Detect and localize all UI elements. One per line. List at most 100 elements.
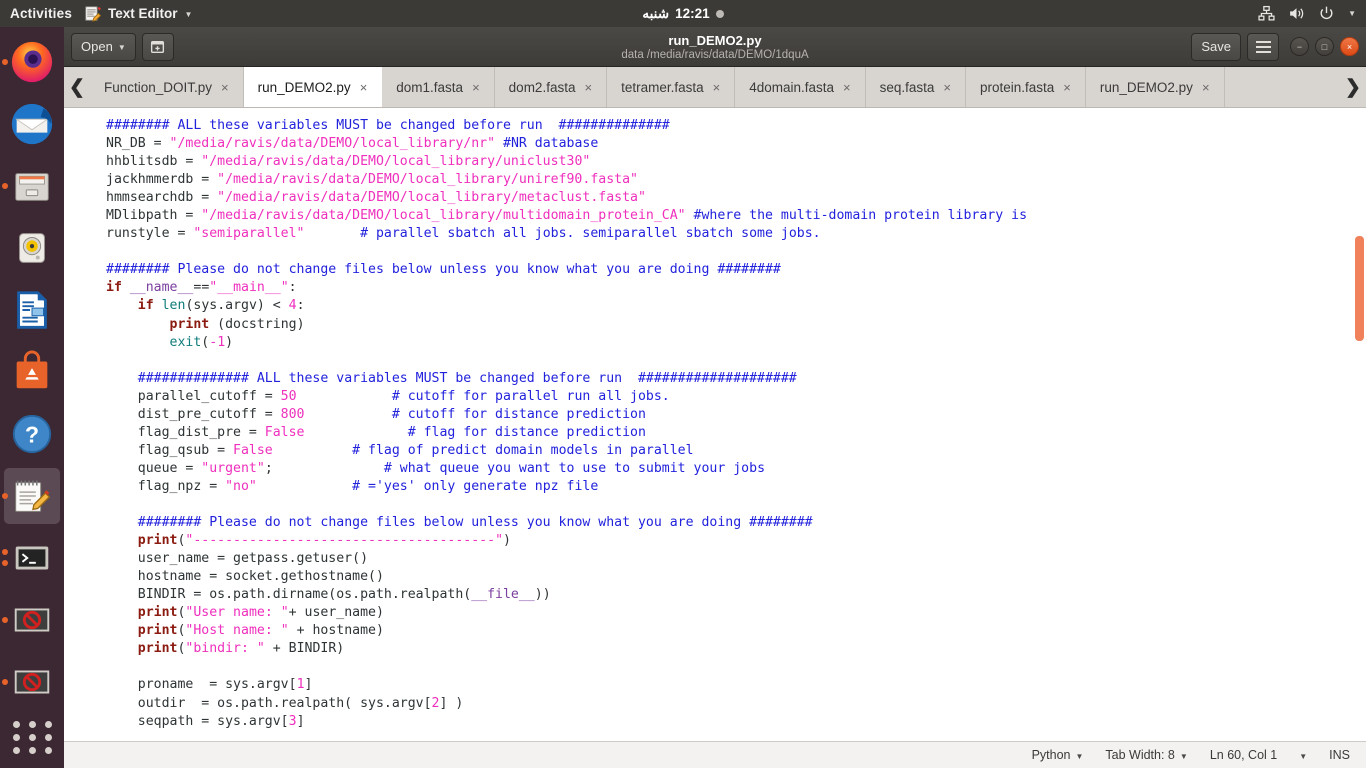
files-icon (15, 173, 49, 201)
grid-dot-icon (44, 721, 52, 728)
tab-label: protein.fasta (980, 79, 1055, 95)
clock-button[interactable]: شنبه 12:21 (0, 0, 1366, 27)
running-indicator (2, 560, 8, 566)
insert-mode-label: INS (1329, 748, 1350, 762)
dock-item-blocked-window-1[interactable] (0, 589, 64, 651)
grid-dot-icon (12, 734, 20, 741)
tab-close-icon[interactable]: × (1063, 80, 1071, 95)
tab-close-icon[interactable]: × (843, 80, 851, 95)
running-indicator (2, 59, 8, 65)
chevron-down-icon[interactable]: ▼ (1348, 9, 1356, 18)
chevron-down-icon: ▼ (184, 10, 193, 19)
tab-scroll-right-button[interactable]: ❯ (1340, 67, 1366, 107)
tab-run-demo2-py[interactable]: run_DEMO2.py × (1085, 67, 1225, 107)
tab-4domain-fasta[interactable]: 4domain.fasta × (735, 67, 866, 107)
page-title: run_DEMO2.py (668, 32, 762, 48)
tab-close-icon[interactable]: × (221, 80, 229, 95)
blocked-icon (14, 608, 50, 632)
language-label: Python (1031, 748, 1071, 762)
ubuntu-dock: ? (0, 27, 64, 768)
grid-dot-icon (44, 747, 52, 754)
grid-dot-icon (12, 721, 20, 728)
open-button-label: Open (81, 39, 113, 54)
dock-item-rhythmbox[interactable] (0, 217, 64, 279)
dock-item-blocked-window-2[interactable] (0, 651, 64, 713)
language-selector[interactable]: Python ▼ (1032, 748, 1084, 762)
dock-item-files[interactable] (0, 155, 64, 217)
close-button[interactable]: × (1340, 37, 1359, 56)
minimize-button[interactable]: − (1290, 37, 1309, 56)
clock-time-label: 12:21 (675, 6, 710, 21)
system-tray: ▼ (1258, 5, 1366, 22)
grid-dot-icon (44, 734, 52, 741)
gnome-top-bar: Activities Text Editor ▼ شنبه 12:21 ▼ (0, 0, 1366, 27)
save-button[interactable]: Save (1191, 32, 1241, 61)
tab-close-icon[interactable]: × (472, 80, 480, 95)
tab-seq-fasta[interactable]: seq.fasta × (865, 67, 966, 107)
goto-line-dropdown[interactable]: ▼ (1299, 751, 1307, 761)
ubuntu-software-icon (16, 350, 48, 389)
tab-close-icon[interactable]: × (360, 80, 368, 95)
chevron-down-icon: ▼ (1179, 751, 1188, 761)
new-document-button[interactable] (141, 32, 174, 61)
activities-button[interactable]: Activities (0, 6, 84, 21)
tab-function-doit-py[interactable]: Function_DOIT.py × (90, 67, 244, 107)
tab-label: seq.fasta (879, 79, 935, 95)
dock-item-thunderbird[interactable] (0, 93, 64, 155)
thunderbird-icon (11, 103, 53, 145)
maximize-button[interactable]: □ (1315, 37, 1334, 56)
app-menu-button[interactable]: Text Editor ▼ (84, 5, 192, 22)
help-icon: ? (12, 414, 52, 454)
text-editor-window: Open ▼ run_DEMO2.py data /media/ravis/da… (64, 27, 1366, 768)
tab-dom1-fasta[interactable]: dom1.fasta × (382, 67, 495, 107)
source-code-view[interactable]: ######## ALL these variables MUST be cha… (64, 108, 1366, 741)
tab-run-demo2-py[interactable]: run_DEMO2.py × (243, 67, 383, 107)
grid-dot-icon (28, 747, 36, 754)
rhythmbox-icon (19, 233, 45, 263)
tab-label: dom2.fasta (508, 79, 576, 95)
tab-close-icon[interactable]: × (943, 80, 951, 95)
tab-close-icon[interactable]: × (713, 80, 721, 95)
save-button-label: Save (1201, 39, 1231, 54)
dock-item-ubuntu-software[interactable] (0, 341, 64, 403)
tab-dom2-fasta[interactable]: dom2.fasta × (494, 67, 608, 107)
network-icon[interactable] (1258, 5, 1275, 22)
vertical-scrollbar[interactable] (1353, 108, 1366, 741)
tab-close-icon[interactable]: × (584, 80, 592, 95)
dock-item-terminal[interactable] (0, 527, 64, 589)
dock-item-libreoffice-writer[interactable] (0, 279, 64, 341)
tab-width-selector[interactable]: Tab Width: 8 ▼ (1105, 748, 1187, 762)
chevron-down-icon: ▼ (117, 43, 126, 52)
tab-protein-fasta[interactable]: protein.fasta × (966, 67, 1086, 107)
tab-label: run_DEMO2.py (1099, 79, 1193, 95)
chevron-down-icon: ▼ (1075, 751, 1084, 761)
running-indicator (2, 493, 8, 499)
tab-label: run_DEMO2.py (257, 79, 351, 95)
libreoffice-writer-icon (17, 291, 47, 329)
header-right-controls: Save − □ × (1191, 32, 1359, 61)
power-icon[interactable] (1318, 5, 1335, 22)
terminal-icon (15, 546, 49, 570)
tab-close-icon[interactable]: × (1202, 80, 1210, 95)
tab-label: dom1.fasta (396, 79, 464, 95)
dock-item-text-editor[interactable] (0, 465, 64, 527)
open-button[interactable]: Open ▼ (71, 32, 136, 61)
dock-item-help[interactable]: ? (0, 403, 64, 465)
tab-label: 4domain.fasta (749, 79, 835, 95)
show-applications-button[interactable] (11, 721, 53, 754)
tab-tetramer-fasta[interactable]: tetramer.fasta × (607, 67, 736, 107)
window-header-bar: Open ▼ run_DEMO2.py data /media/ravis/da… (64, 27, 1366, 67)
scrollbar-thumb[interactable] (1355, 236, 1364, 341)
dock-item-firefox[interactable] (0, 31, 64, 93)
cursor-position-label: Ln 60, Col 1 (1209, 748, 1278, 762)
grid-dot-icon (12, 747, 20, 754)
status-bar: Python ▼ Tab Width: 8 ▼ Ln 60, Col 1 ▼ I… (64, 741, 1366, 768)
firefox-icon (11, 41, 53, 83)
tab-scroll-left-button[interactable]: ❮ (64, 67, 90, 107)
running-indicator (2, 549, 8, 555)
new-document-icon (151, 41, 165, 54)
page-subtitle: data /media/ravis/data/DEMO/1dquA (621, 48, 809, 61)
main-menu-button[interactable] (1247, 32, 1279, 61)
volume-icon[interactable] (1288, 5, 1305, 22)
grid-dot-icon (28, 721, 36, 728)
